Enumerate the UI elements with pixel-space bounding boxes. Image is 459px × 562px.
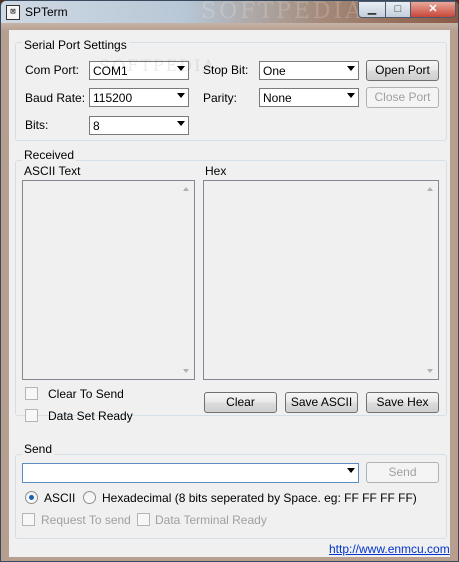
client-area: Serial Port Settings Com Port: COM1 Baud… xyxy=(9,30,450,557)
clear-to-send-checkbox[interactable] xyxy=(25,387,38,400)
chevron-down-icon xyxy=(347,66,355,71)
website-link[interactable]: http://www.enmcu.com xyxy=(329,542,450,556)
ascii-radio-label: ASCII xyxy=(44,491,76,505)
com-port-select[interactable]: COM1 xyxy=(89,61,189,80)
parity-select[interactable]: None xyxy=(259,88,359,107)
data-terminal-ready-checkbox[interactable] xyxy=(137,513,150,526)
maximize-button[interactable]: □ xyxy=(385,1,411,18)
save-hex-button[interactable]: Save Hex xyxy=(366,392,439,413)
hex-scrollbar[interactable] xyxy=(423,181,438,379)
clear-to-send-label: Clear To Send xyxy=(48,387,124,401)
bits-value: 8 xyxy=(93,119,100,133)
app-icon[interactable]: ⊠ xyxy=(6,5,20,20)
baud-rate-label: Baud Rate: xyxy=(25,91,86,105)
chevron-down-icon xyxy=(177,121,185,126)
data-set-ready-checkbox[interactable] xyxy=(25,409,38,422)
hex-textarea[interactable] xyxy=(203,180,439,380)
chevron-down-icon xyxy=(177,93,185,98)
clear-button[interactable]: Clear xyxy=(204,392,277,413)
data-terminal-ready-label: Data Terminal Ready xyxy=(155,513,267,527)
close-icon: ✕ xyxy=(428,3,438,15)
save-ascii-button[interactable]: Save ASCII xyxy=(285,392,358,413)
scroll-down-icon[interactable] xyxy=(183,369,189,373)
received-label: Received xyxy=(22,148,77,162)
ascii-radio[interactable] xyxy=(25,491,38,504)
scroll-up-icon[interactable] xyxy=(427,187,433,191)
bits-select[interactable]: 8 xyxy=(89,116,189,135)
title-bar[interactable]: ⊠ SPTerm SOFTPEDIA ▁ □ ✕ xyxy=(1,0,458,24)
close-port-button[interactable]: Close Port xyxy=(366,87,439,108)
scroll-up-icon[interactable] xyxy=(183,187,189,191)
request-to-send-checkbox[interactable] xyxy=(22,513,35,526)
request-to-send-label: Request To send xyxy=(41,513,131,527)
send-input[interactable] xyxy=(22,463,359,483)
minimize-icon: ▁ xyxy=(367,3,377,15)
hex-label: Hex xyxy=(205,164,227,178)
send-label: Send xyxy=(22,442,55,456)
baud-rate-select[interactable]: 115200 xyxy=(89,88,189,107)
send-button[interactable]: Send xyxy=(366,462,439,483)
maximize-icon: □ xyxy=(394,3,402,15)
data-set-ready-label: Data Set Ready xyxy=(48,409,133,423)
ascii-textarea[interactable] xyxy=(22,180,195,380)
window-title: SPTerm xyxy=(25,5,68,19)
chevron-down-icon xyxy=(347,93,355,98)
parity-label: Parity: xyxy=(203,91,238,105)
close-button[interactable]: ✕ xyxy=(410,1,456,18)
ascii-text-label: ASCII Text xyxy=(24,164,81,178)
hexadecimal-radio[interactable] xyxy=(83,491,96,504)
serial-settings-label: Serial Port Settings xyxy=(22,38,129,52)
com-port-value: COM1 xyxy=(93,64,128,78)
stop-bit-value: One xyxy=(263,64,286,78)
parity-value: None xyxy=(263,91,292,105)
open-port-button[interactable]: Open Port xyxy=(366,60,439,81)
app-window: ⊠ SPTerm SOFTPEDIA ▁ □ ✕ Serial Port Set… xyxy=(0,0,459,562)
watermark-logo: SOFTPEDIA xyxy=(201,0,365,24)
stop-bit-label: Stop Bit: xyxy=(203,63,249,77)
com-port-label: Com Port: xyxy=(25,63,80,77)
chevron-down-icon xyxy=(177,66,185,71)
stop-bit-select[interactable]: One xyxy=(259,61,359,80)
baud-rate-value: 115200 xyxy=(93,91,133,105)
hexadecimal-radio-label: Hexadecimal (8 bits seperated by Space. … xyxy=(102,491,417,505)
bits-label: Bits: xyxy=(25,118,49,132)
scroll-down-icon[interactable] xyxy=(427,369,433,373)
chevron-down-icon[interactable] xyxy=(347,468,355,473)
minimize-button[interactable]: ▁ xyxy=(358,1,386,18)
ascii-scrollbar[interactable] xyxy=(179,181,194,379)
